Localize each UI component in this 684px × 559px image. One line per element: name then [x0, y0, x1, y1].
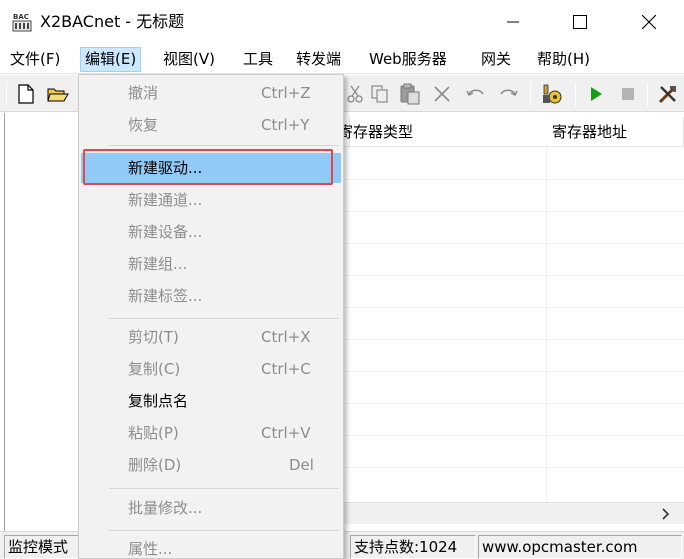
- menu-separator: [109, 318, 339, 319]
- close-button[interactable]: [626, 0, 672, 44]
- chevron-right-icon: [662, 508, 670, 520]
- toolbar-separator: [575, 82, 576, 106]
- menu-bar: 文件(F) 编辑(E) 视图(V) 工具 转发端 Web服务器 网关 帮助(H): [0, 44, 684, 74]
- debug-icon[interactable]: [540, 82, 564, 106]
- menu-item-copy-point-name[interactable]: 复制点名: [81, 386, 341, 416]
- menu-edit[interactable]: 编辑(E): [80, 47, 142, 72]
- maximize-button[interactable]: [557, 0, 603, 44]
- toolbar-separator: [530, 82, 531, 106]
- paste-icon[interactable]: [398, 82, 422, 106]
- scroll-right-button[interactable]: [658, 505, 674, 523]
- menu-item-label: 批量修改...: [128, 499, 203, 517]
- menu-item-label: 复制点名: [128, 392, 189, 410]
- menu-file[interactable]: 文件(F): [6, 47, 64, 72]
- menu-item-properties[interactable]: 属性...: [81, 534, 341, 559]
- menu-item-redo[interactable]: 恢复 Ctrl+Y: [81, 110, 341, 140]
- menu-item-shortcut: Ctrl+Y: [261, 116, 310, 134]
- menu-item-copy[interactable]: 复制(C) Ctrl+C: [81, 354, 341, 384]
- menu-item-label: 复制(C): [128, 360, 181, 378]
- menu-item-shortcut: Ctrl+C: [261, 360, 311, 378]
- menu-separator: [109, 145, 339, 146]
- undo-icon[interactable]: [464, 82, 488, 106]
- status-point-count: 支持点数:1024: [350, 535, 476, 559]
- menu-separator: [109, 530, 339, 531]
- menu-item-undo[interactable]: 撤消 Ctrl+Z: [81, 78, 341, 108]
- menu-item-new-tag[interactable]: 新建标签...: [81, 281, 341, 311]
- window-title: X2BACnet - 无标题: [40, 12, 185, 31]
- status-mode: 监控模式: [4, 535, 84, 559]
- menu-item-new-channel[interactable]: 新建通道...: [81, 185, 341, 215]
- menu-tools[interactable]: 工具: [239, 47, 277, 72]
- menu-item-shortcut: Ctrl+V: [261, 424, 311, 442]
- menu-forwarder[interactable]: 转发端: [292, 47, 345, 72]
- delete-icon[interactable]: [430, 82, 454, 106]
- menu-item-label: 新建设备...: [128, 223, 203, 241]
- column-divider: [546, 147, 547, 502]
- menu-item-new-group[interactable]: 新建组...: [81, 249, 341, 279]
- highlight-annotation-box: [83, 149, 333, 185]
- status-website: www.opcmaster.com: [478, 535, 682, 559]
- menu-separator: [109, 488, 339, 489]
- column-register-address[interactable]: 寄存器地址: [546, 117, 684, 147]
- menu-item-batch-edit[interactable]: 批量修改...: [81, 493, 341, 523]
- menu-item-label: 新建组...: [128, 255, 188, 273]
- menu-item-shortcut: Ctrl+X: [261, 328, 311, 346]
- column-register-address-label: 寄存器地址: [552, 123, 628, 141]
- menu-item-paste[interactable]: 粘贴(P) Ctrl+V: [81, 418, 341, 448]
- menu-item-label: 新建通道...: [128, 191, 203, 209]
- menu-help[interactable]: 帮助(H): [533, 47, 594, 72]
- bac-app-icon: BAC: [12, 12, 32, 32]
- svg-text:BAC: BAC: [13, 13, 29, 21]
- tree-view[interactable]: [4, 113, 84, 531]
- menu-item-new-device[interactable]: 新建设备...: [81, 217, 341, 247]
- menu-item-label: 恢复: [128, 116, 159, 134]
- toolbar-separator: [647, 82, 648, 106]
- column-register-type-label: 寄存器类型: [338, 123, 414, 141]
- minimize-button[interactable]: [490, 0, 536, 44]
- tools-icon[interactable]: [656, 82, 680, 106]
- menu-item-delete[interactable]: 删除(D) Del: [81, 450, 341, 480]
- copy-icon[interactable]: [368, 82, 392, 106]
- menu-view[interactable]: 视图(V): [159, 47, 219, 72]
- menu-item-shortcut: Ctrl+Z: [261, 84, 311, 102]
- cut-icon[interactable]: [343, 82, 367, 106]
- menu-item-label: 撤消: [128, 84, 159, 102]
- edit-menu-dropdown: 撤消 Ctrl+Z 恢复 Ctrl+Y 新建驱动... 新建通道... 新建设备…: [78, 74, 344, 559]
- close-icon: [642, 15, 656, 29]
- menu-item-shortcut: Del: [289, 456, 314, 474]
- maximize-icon: [573, 15, 587, 29]
- menu-item-label: 剪切(T): [128, 328, 179, 346]
- menu-item-label: 新建标签...: [128, 287, 203, 305]
- title-bar: BAC X2BACnet - 无标题: [0, 0, 684, 44]
- new-file-icon[interactable]: [14, 82, 38, 106]
- menu-item-label: 粘贴(P): [128, 424, 179, 442]
- menu-item-cut[interactable]: 剪切(T) Ctrl+X: [81, 322, 341, 352]
- menu-web-server[interactable]: Web服务器: [365, 47, 451, 72]
- stop-icon[interactable]: [616, 82, 640, 106]
- minimize-icon: [507, 21, 519, 23]
- redo-icon[interactable]: [496, 82, 520, 106]
- toolbar-grip: [6, 82, 7, 106]
- open-folder-icon[interactable]: [46, 82, 70, 106]
- menu-gateway[interactable]: 网关: [477, 47, 515, 72]
- menu-item-label: 删除(D): [128, 456, 182, 474]
- play-icon[interactable]: [584, 82, 608, 106]
- menu-item-label: 属性...: [128, 540, 173, 558]
